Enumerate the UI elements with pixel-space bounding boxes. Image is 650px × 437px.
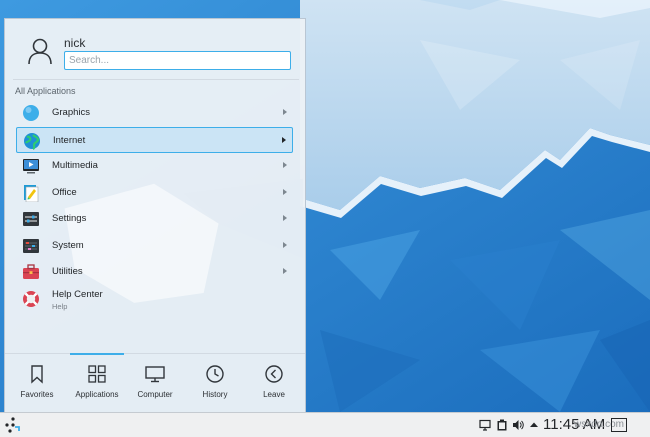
tab-history[interactable]: History <box>185 354 245 414</box>
menu-item-multimedia[interactable]: Multimedia <box>16 153 293 180</box>
section-heading: All Applications <box>15 86 76 96</box>
volume-icon[interactable] <box>512 419 524 431</box>
chevron-right-icon <box>282 136 286 143</box>
clock-icon <box>206 365 224 383</box>
chevron-right-icon <box>283 241 287 248</box>
multimedia-icon <box>23 159 39 174</box>
menu-item-office[interactable]: Office <box>16 180 293 207</box>
chevron-right-icon <box>283 109 287 115</box>
chevron-right-icon <box>283 268 287 274</box>
tab-favorites[interactable]: Favorites <box>7 354 67 414</box>
menu-item-help-center[interactable]: Help Center Help <box>16 286 293 313</box>
tab-label: Favorites <box>20 390 54 399</box>
tab-label: Applications <box>75 390 119 399</box>
back-circle-icon <box>265 365 283 383</box>
menu-item-label: Help Center <box>52 288 103 300</box>
help-center-icon <box>23 290 39 307</box>
settings-icon <box>23 212 39 226</box>
tab-leave[interactable]: Leave <box>244 354 304 414</box>
internet-icon <box>24 132 40 150</box>
application-launcher-button[interactable] <box>4 416 22 434</box>
tab-label: Computer <box>137 390 173 399</box>
header-divider <box>13 79 299 80</box>
show-desktop-icon[interactable] <box>611 418 627 432</box>
menu-item-label: Multimedia <box>52 160 98 171</box>
bookmark-icon <box>31 365 43 384</box>
menu-item-label: Graphics <box>52 107 91 118</box>
launcher-tabs: Favorites Applications Computer History … <box>5 353 305 413</box>
category-list: Graphics Internet Multimedia Office Sett… <box>16 100 293 312</box>
menu-item-label: Office <box>52 186 77 198</box>
menu-item-utilities[interactable]: Utilities <box>16 259 293 286</box>
system-icon <box>23 238 39 253</box>
taskbar: 11:45 AM wsxdn.com <box>0 412 650 437</box>
tab-computer[interactable]: Computer <box>125 354 185 414</box>
menu-item-sublabel: Help <box>52 301 68 311</box>
menu-item-graphics[interactable]: Graphics <box>16 100 293 127</box>
tab-label: Leave <box>263 390 285 399</box>
menu-item-system[interactable]: System <box>16 233 293 260</box>
chevron-right-icon <box>283 215 287 221</box>
network-icon[interactable] <box>479 419 491 431</box>
menu-item-settings[interactable]: Settings <box>16 206 293 233</box>
user-name: nick <box>64 36 86 50</box>
menu-item-label: Utilities <box>52 266 83 277</box>
utilities-icon <box>23 264 39 279</box>
chevron-right-icon <box>283 162 287 168</box>
menu-item-label: System <box>52 239 84 251</box>
chevron-right-icon <box>283 188 287 195</box>
grid-icon <box>88 365 106 383</box>
menu-item-label: Settings <box>52 213 87 224</box>
expand-tray-icon[interactable] <box>528 419 540 431</box>
tab-label: History <box>202 390 228 399</box>
application-launcher: nick All Applications Graphics Internet <box>4 18 306 412</box>
monitor-icon <box>145 366 165 383</box>
user-header: nick <box>5 19 305 79</box>
menu-item-label: Internet <box>53 134 86 146</box>
graphics-icon <box>23 105 39 121</box>
search-input[interactable] <box>64 51 291 70</box>
tab-applications[interactable]: Applications <box>67 353 127 414</box>
user-avatar-icon[interactable] <box>27 37 53 65</box>
menu-item-internet[interactable]: Internet <box>16 126 293 153</box>
clipboard-icon[interactable] <box>496 419 508 431</box>
office-icon <box>24 184 39 202</box>
